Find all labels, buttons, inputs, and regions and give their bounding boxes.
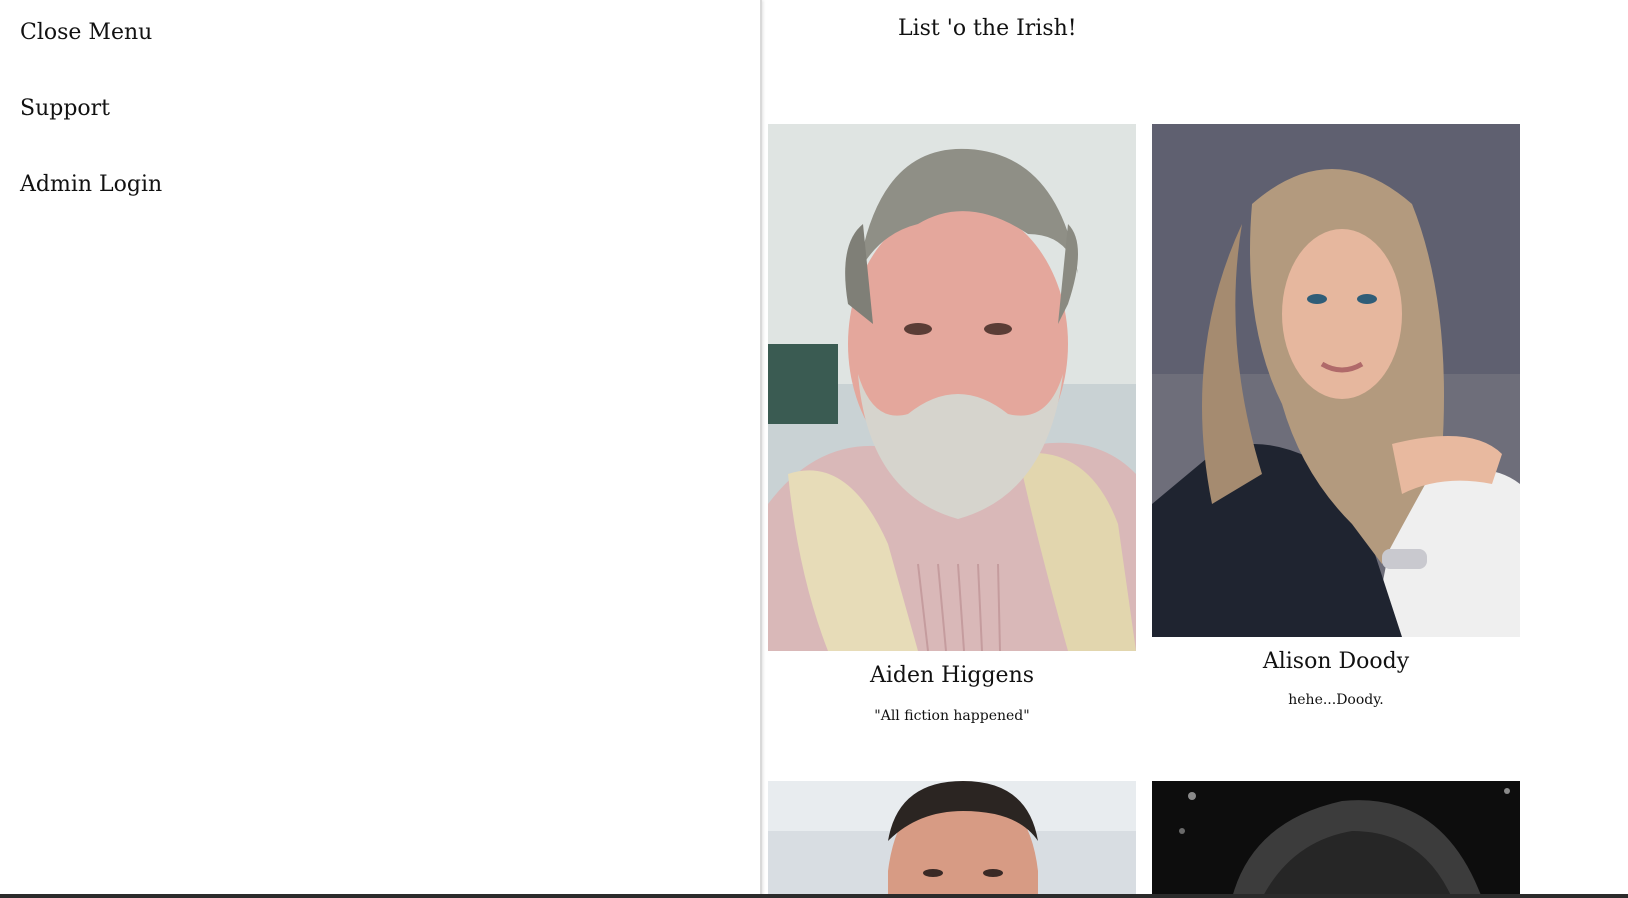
close-menu-link[interactable]: Close Menu <box>20 20 152 45</box>
person-card[interactable]: Aiden Higgens "All fiction happened" <box>768 124 1136 724</box>
person-card[interactable]: Alison Doody hehe...Doody. <box>1152 124 1520 708</box>
window-bottom-border <box>0 894 1628 898</box>
main-content: List 'o the Irish! Aiden Higgens "All fi… <box>764 0 1628 898</box>
admin-login-link[interactable]: Admin Login <box>20 172 162 197</box>
person-name: Aiden Higgens <box>869 663 1035 688</box>
person-photo[interactable] <box>768 781 1136 898</box>
person-quote: hehe...Doody. <box>1288 692 1384 708</box>
person-quote: "All fiction happened" <box>874 708 1030 724</box>
side-menu: Close Menu Support Admin Login <box>0 0 762 898</box>
support-link[interactable]: Support <box>20 96 110 121</box>
person-photo[interactable] <box>768 124 1136 651</box>
page-title: List 'o the Irish! <box>898 16 1077 41</box>
person-card[interactable] <box>1152 781 1520 898</box>
person-card[interactable] <box>768 781 1136 898</box>
person-name: Alison Doody <box>1262 649 1410 674</box>
person-photo[interactable] <box>1152 124 1520 637</box>
person-photo[interactable] <box>1152 781 1520 898</box>
